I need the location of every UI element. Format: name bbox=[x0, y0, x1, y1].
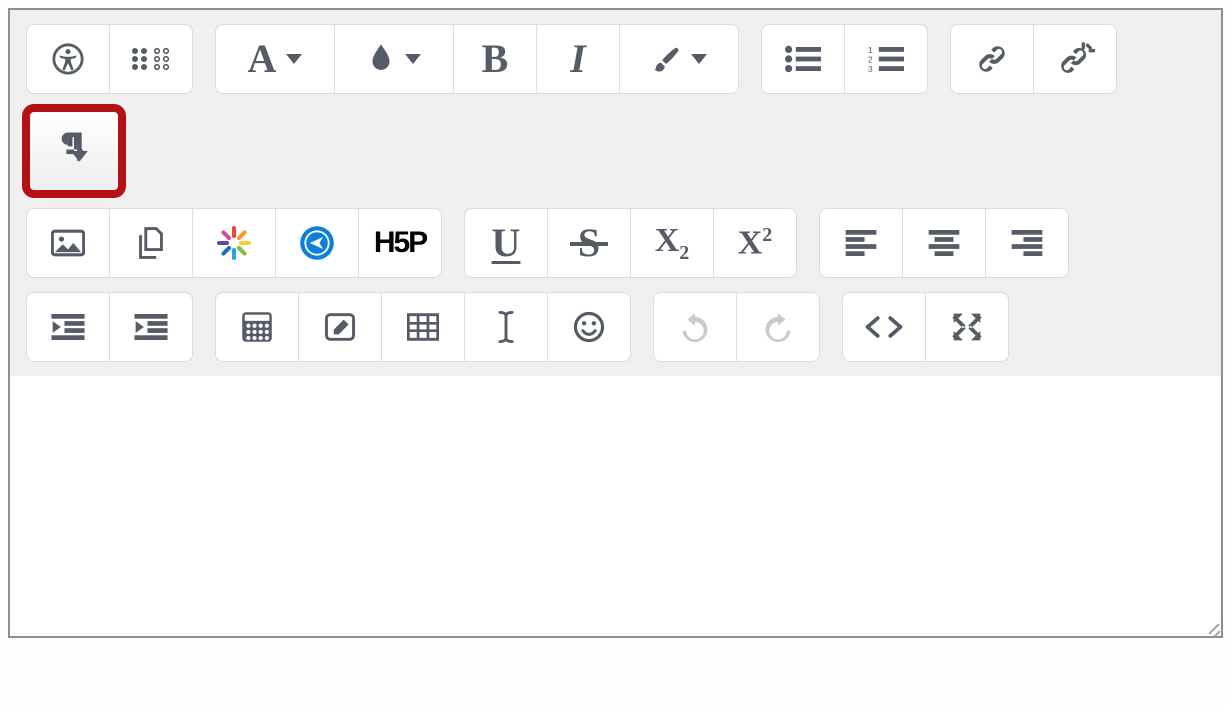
equation-button[interactable] bbox=[215, 292, 299, 362]
chevron-down-icon bbox=[286, 54, 302, 64]
font-family-button[interactable]: A bbox=[215, 24, 335, 94]
align-right-icon bbox=[1011, 230, 1043, 256]
group-align bbox=[819, 208, 1069, 278]
align-center-button[interactable] bbox=[902, 208, 986, 278]
files-button[interactable] bbox=[109, 208, 193, 278]
edit-note-button[interactable] bbox=[298, 292, 382, 362]
record-button[interactable] bbox=[275, 208, 359, 278]
align-right-button[interactable] bbox=[985, 208, 1069, 278]
italic-button[interactable]: I bbox=[536, 24, 620, 94]
h5p-button[interactable]: H5P bbox=[358, 208, 442, 278]
redo-button[interactable] bbox=[736, 292, 820, 362]
strikethrough-button[interactable]: S bbox=[547, 208, 631, 278]
screen-reader-icon bbox=[131, 45, 171, 73]
align-left-icon bbox=[845, 230, 877, 256]
editor-content-area[interactable] bbox=[10, 376, 1221, 636]
table-button[interactable] bbox=[381, 292, 465, 362]
loading-icon bbox=[217, 226, 251, 260]
outdent-button[interactable] bbox=[26, 292, 110, 362]
loading-button[interactable] bbox=[192, 208, 276, 278]
group-links bbox=[950, 24, 1117, 94]
image-icon bbox=[51, 229, 85, 257]
group-lists: 1 2 3 bbox=[761, 24, 928, 94]
redo-icon bbox=[762, 312, 794, 342]
toolbar-row-3: H5P U S X2 bbox=[26, 208, 1205, 278]
bold-button[interactable]: B bbox=[453, 24, 537, 94]
group-history bbox=[653, 292, 820, 362]
group-toggle bbox=[26, 108, 122, 194]
font-family-label: A bbox=[248, 39, 277, 79]
chevron-down-icon bbox=[405, 54, 421, 64]
h5p-label: H5P bbox=[374, 226, 426, 260]
superscript-label: X2 bbox=[738, 225, 773, 260]
fullscreen-icon bbox=[951, 311, 983, 343]
text-cursor-button[interactable] bbox=[464, 292, 548, 362]
strike-label: S bbox=[578, 223, 600, 263]
emoji-button[interactable] bbox=[547, 292, 631, 362]
toolbar-row-4 bbox=[26, 292, 1205, 362]
outdent-icon bbox=[51, 314, 85, 340]
chevron-down-icon bbox=[691, 54, 707, 64]
link-button[interactable] bbox=[950, 24, 1034, 94]
toolbar: A B I bbox=[10, 10, 1221, 376]
fullscreen-button[interactable] bbox=[925, 292, 1009, 362]
unlink-icon bbox=[1055, 41, 1095, 77]
grid-icon bbox=[241, 311, 273, 343]
rich-text-editor: A B I bbox=[8, 8, 1223, 638]
screen-reader-button[interactable] bbox=[109, 24, 193, 94]
text-cursor-icon bbox=[495, 310, 517, 344]
ordered-list-icon: 1 2 3 bbox=[868, 45, 904, 73]
group-indent bbox=[26, 292, 193, 362]
brush-icon bbox=[651, 43, 681, 75]
toolbar-row-2 bbox=[26, 108, 1205, 194]
svg-text:1: 1 bbox=[868, 45, 873, 55]
group-view bbox=[842, 292, 1009, 362]
group-media: H5P bbox=[26, 208, 442, 278]
ordered-list-button[interactable]: 1 2 3 bbox=[844, 24, 928, 94]
telegram-icon bbox=[299, 225, 335, 261]
svg-text:3: 3 bbox=[868, 64, 873, 73]
drop-icon bbox=[367, 42, 395, 76]
edit-note-icon bbox=[324, 312, 356, 342]
table-icon bbox=[407, 313, 439, 341]
indent-icon bbox=[134, 314, 168, 340]
svg-text:2: 2 bbox=[868, 55, 873, 65]
font-color-button[interactable] bbox=[334, 24, 454, 94]
subscript-label: X2 bbox=[655, 224, 690, 263]
group-format: A B I bbox=[215, 24, 739, 94]
group-text-style: U S X2 X2 bbox=[464, 208, 797, 278]
resize-handle[interactable] bbox=[1205, 620, 1219, 634]
code-icon bbox=[865, 314, 903, 340]
italic-label: I bbox=[570, 39, 586, 79]
accessibility-icon bbox=[51, 42, 85, 76]
paragraph-rtl-icon bbox=[57, 131, 91, 171]
align-left-button[interactable] bbox=[819, 208, 903, 278]
image-button[interactable] bbox=[26, 208, 110, 278]
smile-icon bbox=[573, 311, 605, 343]
undo-icon bbox=[679, 312, 711, 342]
unordered-list-icon bbox=[785, 45, 821, 73]
toolbar-row-1: A B I bbox=[26, 24, 1205, 94]
group-insert bbox=[215, 292, 631, 362]
brush-button[interactable] bbox=[619, 24, 739, 94]
unlink-button[interactable] bbox=[1033, 24, 1117, 94]
accessibility-button[interactable] bbox=[26, 24, 110, 94]
group-accessibility bbox=[26, 24, 193, 94]
html-source-button[interactable] bbox=[842, 292, 926, 362]
bold-label: B bbox=[482, 39, 509, 79]
unordered-list-button[interactable] bbox=[761, 24, 845, 94]
undo-button[interactable] bbox=[653, 292, 737, 362]
subscript-button[interactable]: X2 bbox=[630, 208, 714, 278]
files-icon bbox=[135, 226, 167, 260]
link-icon bbox=[974, 42, 1010, 76]
toolbar-toggle-button[interactable] bbox=[26, 108, 122, 194]
align-center-icon bbox=[928, 230, 960, 256]
indent-button[interactable] bbox=[109, 292, 193, 362]
underline-button[interactable]: U bbox=[464, 208, 548, 278]
superscript-button[interactable]: X2 bbox=[713, 208, 797, 278]
underline-label: U bbox=[492, 223, 521, 263]
